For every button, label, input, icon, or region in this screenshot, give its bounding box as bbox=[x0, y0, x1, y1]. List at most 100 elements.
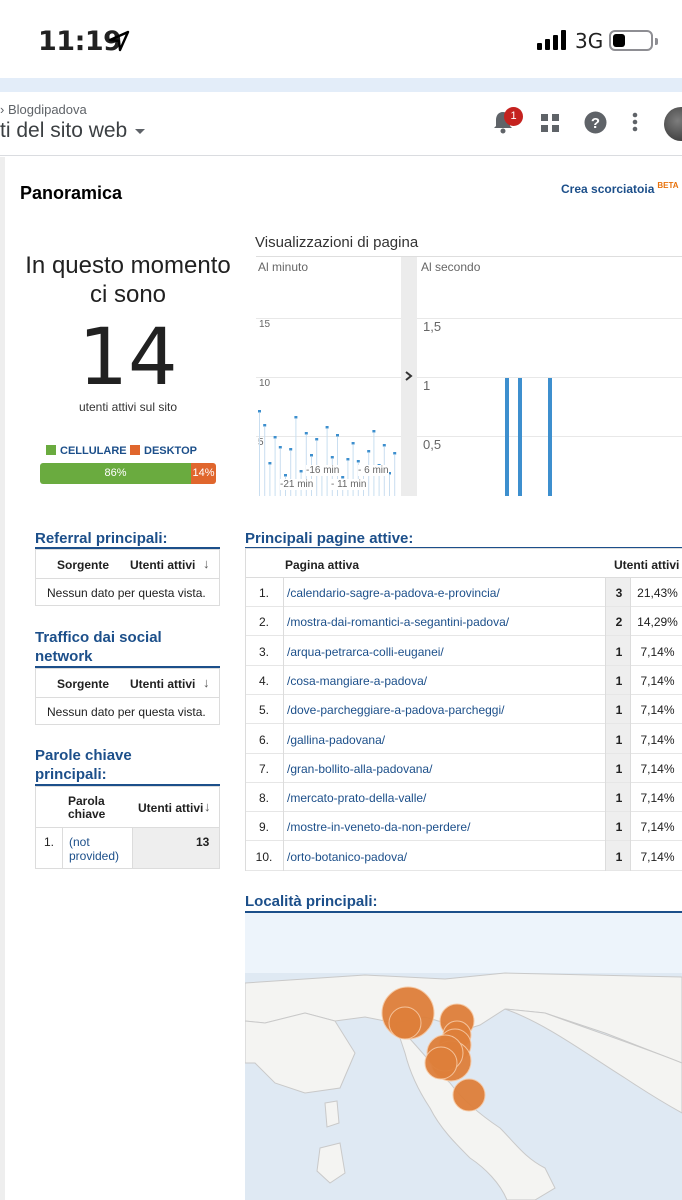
col-keyword[interactable]: Parola chiave bbox=[68, 795, 105, 821]
table-divider bbox=[36, 697, 219, 698]
table-row[interactable]: 2. /mostra-dai-romantici-a-segantini-pado… bbox=[245, 607, 682, 637]
active-users-count: 1 bbox=[615, 732, 623, 747]
col-source[interactable]: Sorgente bbox=[57, 677, 109, 691]
location-marker[interactable] bbox=[388, 1006, 422, 1040]
table-row[interactable]: 5. /dove-parcheggiare-a-padova-parcheggi/… bbox=[245, 695, 682, 725]
table-divider bbox=[36, 578, 219, 579]
col-active-users[interactable]: Utenti attivi bbox=[130, 677, 195, 691]
row-number: 5. bbox=[258, 703, 269, 718]
minute-bar bbox=[284, 474, 287, 477]
col-active-users[interactable]: Utenti attivi bbox=[138, 801, 203, 815]
sort-arrow-down-icon[interactable]: ↓ bbox=[203, 556, 210, 571]
page-link[interactable]: /calendario-sagre-a-padova-e-provincia/ bbox=[287, 586, 500, 600]
table-row[interactable]: 9. /mostre-in-veneto-da-non-perdere/1 7,14… bbox=[245, 812, 682, 842]
row-number: 1. bbox=[258, 586, 269, 600]
page-link[interactable]: /gallina-padovana/ bbox=[287, 733, 385, 747]
page-link[interactable]: /orto-botanico-padova/ bbox=[287, 850, 407, 864]
minute-bar-stem bbox=[394, 455, 396, 496]
device-split-bar: 86% 14% bbox=[40, 463, 216, 484]
col-source[interactable]: Sorgente bbox=[57, 558, 109, 572]
chart-divider[interactable] bbox=[401, 257, 417, 496]
chevron-right-icon bbox=[405, 371, 413, 381]
minute-bar bbox=[336, 434, 339, 437]
table-header: Pagina attiva Utenti attivi bbox=[245, 548, 682, 578]
keyword-link[interactable]: (not provided) bbox=[69, 835, 119, 863]
col-divider bbox=[630, 578, 631, 871]
sort-arrow-down-icon[interactable]: ↓ bbox=[204, 799, 211, 814]
active-users-count: 3 bbox=[615, 586, 623, 600]
page-link[interactable]: /cosa-mangiare-a-padova/ bbox=[287, 674, 427, 688]
minute-bar bbox=[268, 462, 272, 465]
italy-map bbox=[245, 913, 682, 1200]
minute-bar bbox=[258, 410, 261, 413]
apps-grid-icon[interactable] bbox=[541, 114, 559, 132]
minute-bar bbox=[330, 456, 334, 459]
caret-down-icon bbox=[135, 128, 146, 134]
table-row[interactable]: 7. /gran-bollito-alla-padovana/1 7,14% bbox=[245, 754, 682, 783]
row-number: 3. bbox=[258, 644, 269, 659]
page-link[interactable]: /mercato-prato-della-valle/ bbox=[287, 791, 426, 805]
table-row[interactable]: 10. /orto-botanico-padova/1 7,14% bbox=[245, 842, 682, 871]
keyword-line2: provided) bbox=[69, 849, 120, 863]
minute-bar-stem bbox=[311, 457, 312, 496]
table-row[interactable]: 3. /arqua-petrarca-colli-euganei/1 7,14% bbox=[245, 637, 682, 666]
page-link[interactable]: /mostre-in-veneto-da-non-perdere/ bbox=[287, 820, 470, 834]
keywords-title: Parole chiave principali: bbox=[35, 746, 132, 784]
help-icon[interactable]: ? bbox=[584, 111, 607, 134]
page-link[interactable]: /gran-bollito-alla-padovana/ bbox=[287, 762, 432, 776]
table-row[interactable]: 1. /calendario-sagre-a-padova-e-provincia… bbox=[245, 578, 682, 607]
row-number: 7. bbox=[258, 761, 269, 776]
table-row[interactable]: 6. /gallina-padovana/1 7,14% bbox=[245, 725, 682, 754]
minute-bar bbox=[325, 426, 329, 429]
active-users-percent: 7,14% bbox=[640, 673, 675, 688]
active-users-count: 2 bbox=[615, 615, 623, 630]
col-active-users[interactable]: Utenti attivi bbox=[614, 558, 679, 572]
create-shortcut-link[interactable]: Crea scorciatoia BETA bbox=[561, 181, 679, 196]
page-link[interactable]: /mostra-dai-romantici-a-segantini-padova… bbox=[287, 615, 509, 629]
active-users-heading-line1: In questo momento bbox=[25, 252, 231, 279]
breadcrumb-property[interactable]: Blogdipadova bbox=[8, 102, 87, 117]
view-selector[interactable]: ti del sito web bbox=[0, 119, 146, 143]
notification-badge: 1 bbox=[504, 107, 523, 126]
chevron-right-icon: › bbox=[0, 102, 8, 117]
keywords-table: Parola chiave Utenti attivi ↓ 1. (not pr… bbox=[35, 786, 220, 869]
locations-map[interactable] bbox=[245, 913, 682, 1200]
location-marker[interactable] bbox=[424, 1046, 458, 1080]
breadcrumb[interactable]: › Blogdipadova bbox=[0, 102, 87, 117]
col-divider bbox=[245, 578, 246, 871]
row-number: 2. bbox=[258, 615, 269, 630]
view-title: ti del sito web bbox=[0, 119, 128, 142]
second-bar bbox=[505, 378, 509, 496]
active-users-count: 1 bbox=[615, 849, 623, 864]
legend-mobile: CELLULARE bbox=[46, 445, 127, 457]
active-users-percent: 7,14% bbox=[640, 791, 675, 806]
page-link[interactable]: /dove-parcheggiare-a-padova-parcheggi/ bbox=[287, 703, 504, 717]
active-users-count: 1 bbox=[615, 644, 623, 659]
col-active-users[interactable]: Utenti attivi bbox=[130, 558, 195, 572]
active-users-percent: 7,14% bbox=[640, 703, 675, 718]
minute-bar bbox=[393, 452, 397, 455]
table-row[interactable]: 4. /cosa-mangiare-a-padova/1 7,14% bbox=[245, 666, 682, 695]
minute-bar-stem bbox=[326, 429, 328, 496]
map-sky-band bbox=[245, 913, 682, 973]
table-row[interactable]: 8. /mercato-prato-della-valle/1 7,14% bbox=[245, 783, 682, 813]
per-second-label: Al secondo bbox=[421, 260, 481, 274]
device-split-mobile: 86% bbox=[40, 463, 191, 484]
per-minute-label: Al minuto bbox=[258, 260, 309, 274]
minute-bar bbox=[263, 424, 267, 427]
empty-message: Nessun dato per questa vista. bbox=[47, 586, 206, 600]
location-marker[interactable] bbox=[452, 1078, 486, 1112]
second-bar bbox=[518, 378, 522, 496]
active-users-percent: 14,29% bbox=[637, 615, 678, 630]
col-divider bbox=[283, 578, 284, 871]
active-users-percent: 21,43% bbox=[637, 586, 678, 600]
social-title-line1: Traffico dai social bbox=[35, 629, 162, 646]
minute-bar bbox=[382, 444, 386, 447]
col-active-page[interactable]: Pagina attiva bbox=[285, 558, 359, 572]
page-link[interactable]: /arqua-petrarca-colli-euganei/ bbox=[287, 645, 444, 659]
sort-arrow-down-icon[interactable]: ↓ bbox=[203, 675, 210, 690]
more-vert-icon[interactable] bbox=[632, 112, 638, 132]
device-split-desktop: 14% bbox=[191, 463, 216, 484]
legend-mobile-swatch bbox=[46, 445, 56, 455]
location-arrow-icon bbox=[108, 30, 130, 52]
